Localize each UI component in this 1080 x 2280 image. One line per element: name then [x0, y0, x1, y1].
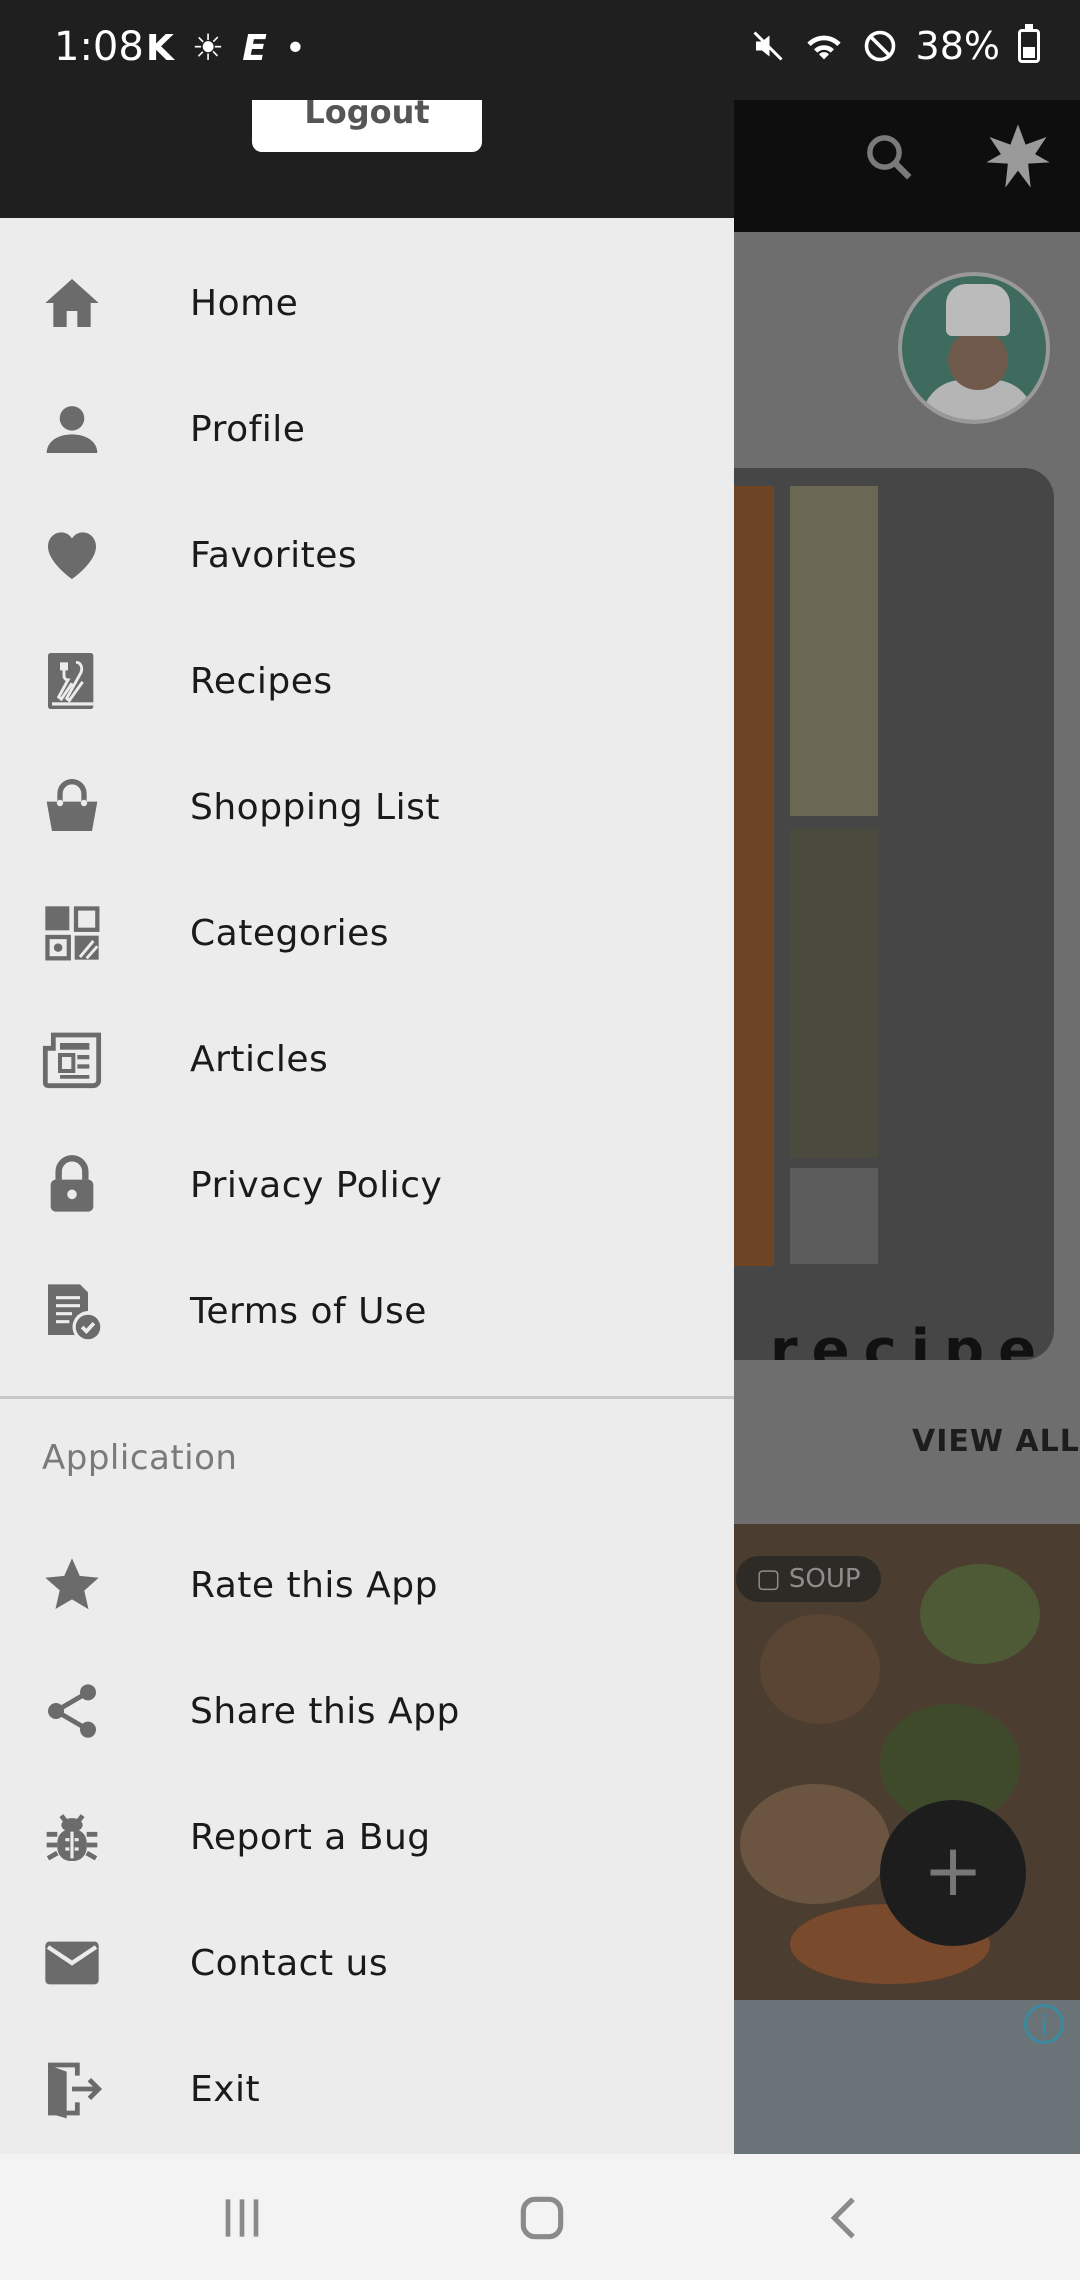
card-title: recipe — [770, 1318, 1051, 1360]
menu-item-exit[interactable]: Exit — [0, 2026, 734, 2152]
featured-card[interactable]: recipe — [700, 468, 1054, 1360]
add-fab[interactable]: + — [880, 1800, 1026, 1946]
view-all-link[interactable]: VIEW ALL — [912, 1424, 1080, 1459]
avatar[interactable] — [898, 272, 1050, 424]
lock-icon — [40, 1153, 104, 1217]
menu-label: Exit — [190, 2068, 261, 2110]
menu-item-contact-us[interactable]: Contact us — [0, 1900, 734, 2026]
menu-label: Report a Bug — [190, 1816, 431, 1858]
search-icon[interactable] — [862, 130, 916, 184]
menu-item-profile[interactable]: Profile — [0, 366, 734, 492]
home-icon — [40, 271, 104, 335]
menu-label: Home — [190, 282, 299, 324]
newspaper-icon — [40, 1027, 104, 1091]
basket-icon — [40, 775, 104, 839]
notification-icon: K — [146, 28, 174, 69]
notification-icon: • — [284, 28, 307, 69]
status-notification-icons: K ☀ E • — [146, 28, 306, 69]
application-menu: Rate this App Share this App Report a Bu… — [0, 1522, 734, 2152]
category-badge: ▢ SOUP — [736, 1556, 881, 1602]
starburst-icon[interactable] — [980, 118, 1056, 194]
menu-item-terms-of-use[interactable]: Terms of Use — [0, 1248, 734, 1374]
menu-divider — [0, 1396, 734, 1399]
menu-item-favorites[interactable]: Favorites — [0, 492, 734, 618]
menu-label: Recipes — [190, 660, 333, 702]
status-time: 1:08 — [54, 24, 144, 70]
person-icon — [40, 397, 104, 461]
menu-label: Articles — [190, 1038, 329, 1080]
star-icon — [40, 1553, 104, 1617]
exit-icon — [40, 2057, 104, 2121]
system-nav-bar — [0, 2154, 1080, 2280]
recent-apps-button[interactable] — [212, 2190, 272, 2246]
menu-label: Privacy Policy — [190, 1164, 443, 1206]
menu-item-recipes[interactable]: Recipes — [0, 618, 734, 744]
battery-icon — [1018, 24, 1040, 63]
menu-label: Categories — [190, 912, 390, 954]
menu-item-home[interactable]: Home — [0, 240, 734, 366]
bug-icon — [40, 1805, 104, 1869]
menu-label: Shopping List — [190, 786, 440, 828]
main-menu: Home Profile Favorites Recipes Shopping … — [0, 240, 734, 1374]
menu-label: Terms of Use — [190, 1290, 427, 1332]
menu-item-shopping-list[interactable]: Shopping List — [0, 744, 734, 870]
section-header: Application — [42, 1438, 238, 1478]
menu-label: Share this App — [190, 1690, 460, 1732]
mail-icon — [40, 1931, 104, 1995]
menu-item-articles[interactable]: Articles — [0, 996, 734, 1122]
status-system-icons: 38% — [750, 24, 1040, 68]
heart-icon — [40, 523, 104, 587]
ad-info-icon[interactable]: i — [1024, 2004, 1064, 2044]
menu-item-privacy-policy[interactable]: Privacy Policy — [0, 1122, 734, 1248]
terms-icon — [40, 1279, 104, 1343]
wifi-icon — [806, 35, 841, 60]
menu-item-share-app[interactable]: Share this App — [0, 1648, 734, 1774]
menu-item-categories[interactable]: Categories — [0, 870, 734, 996]
menu-label: Contact us — [190, 1942, 389, 1984]
notification-icon: ☀ — [191, 28, 225, 69]
mute-icon — [752, 31, 783, 61]
back-button[interactable] — [816, 2190, 876, 2246]
menu-label: Rate this App — [190, 1564, 438, 1606]
do-not-disturb-icon — [864, 30, 895, 62]
menu-label: Profile — [190, 408, 306, 450]
share-icon — [40, 1679, 104, 1743]
recipe-book-icon — [40, 649, 104, 713]
status-bar: 1:08 K ☀ E • 38% — [0, 0, 1080, 100]
home-button[interactable] — [512, 2190, 572, 2246]
navigation-drawer: Logout Home Profile Favorites Recipes Sh… — [0, 0, 734, 2154]
battery-percent: 38% — [915, 24, 1000, 68]
categories-icon — [40, 901, 104, 965]
menu-label: Favorites — [190, 534, 358, 576]
notification-icon: E — [242, 28, 267, 69]
menu-item-rate-app[interactable]: Rate this App — [0, 1522, 734, 1648]
menu-item-report-bug[interactable]: Report a Bug — [0, 1774, 734, 1900]
